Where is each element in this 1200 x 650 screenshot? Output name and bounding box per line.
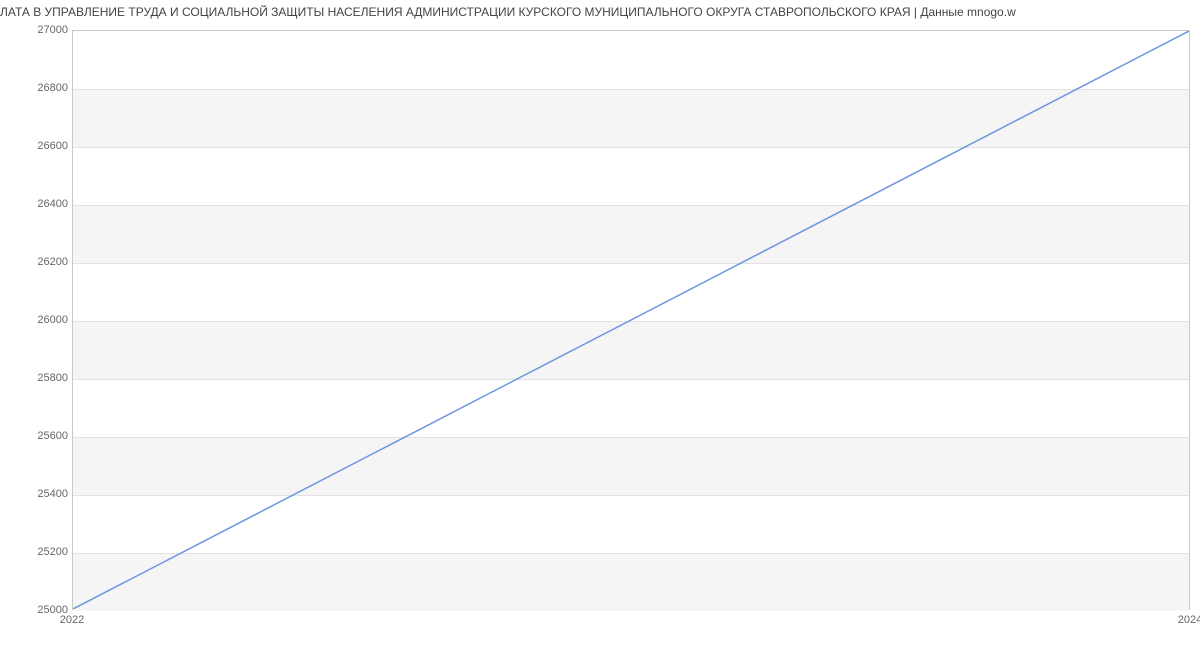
data-line (73, 31, 1189, 609)
y-tick-label: 26200 (8, 256, 68, 268)
x-tick-label: 2024 (1178, 614, 1200, 626)
y-tick-label: 25800 (8, 372, 68, 384)
y-tick-label: 26800 (8, 82, 68, 94)
y-tick-label: 26600 (8, 140, 68, 152)
chart-title: ЛАТА В УПРАВЛЕНИЕ ТРУДА И СОЦИАЛЬНОЙ ЗАЩ… (0, 0, 1200, 24)
y-tick-label: 25600 (8, 430, 68, 442)
x-tick-label: 2022 (60, 614, 84, 626)
y-tick-label: 26400 (8, 198, 68, 210)
y-tick-label: 25400 (8, 488, 68, 500)
y-tick-label: 25200 (8, 546, 68, 558)
y-tick-label: 27000 (8, 24, 68, 36)
y-tick-label: 26000 (8, 314, 68, 326)
plot-area (72, 30, 1190, 610)
